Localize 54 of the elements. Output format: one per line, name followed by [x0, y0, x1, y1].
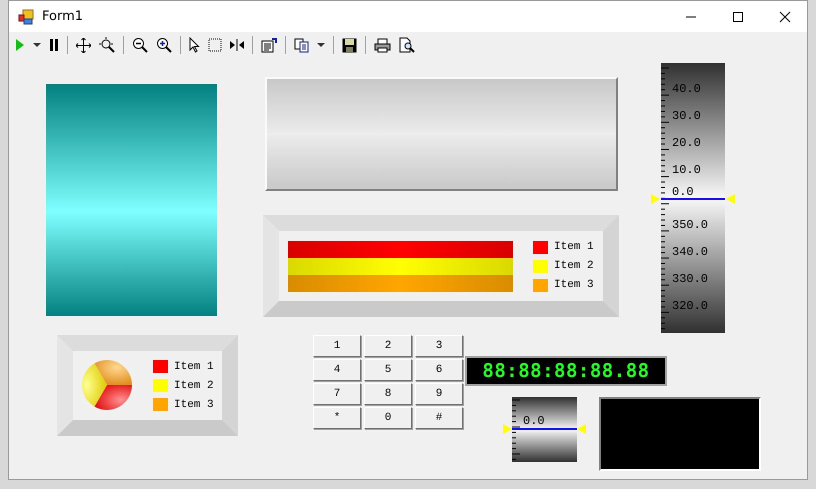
caret-icon[interactable]: [317, 42, 325, 48]
tick-marks: [512, 397, 520, 462]
keypad-button[interactable]: 6: [415, 359, 463, 381]
keypad-button[interactable]: 4: [313, 359, 361, 381]
scale-label: 40.0: [672, 82, 701, 96]
selection-rectangle-icon[interactable]: [208, 38, 222, 52]
legend-label: Item 1: [554, 241, 594, 253]
pause-icon[interactable]: [49, 38, 59, 52]
scale-label: 20.0: [672, 136, 701, 150]
printer-icon[interactable]: [374, 38, 391, 52]
pointer-marker-icon: [503, 424, 512, 434]
keypad-button[interactable]: 3: [415, 335, 463, 357]
legend-label: Item 2: [174, 380, 214, 392]
pointer-marker-icon: [726, 194, 735, 204]
maximize-icon[interactable]: [732, 10, 744, 22]
keypad-button[interactable]: 0: [364, 407, 412, 429]
print-preview-icon[interactable]: [399, 37, 415, 53]
pointer-icon[interactable]: [189, 37, 200, 53]
keypad-button[interactable]: 9: [415, 383, 463, 405]
pie-chart-drawing: [82, 360, 133, 411]
copy-icon[interactable]: [294, 38, 309, 52]
app-icon: [18, 8, 34, 24]
pointer-marker-icon: [577, 424, 586, 434]
save-icon[interactable]: [342, 38, 357, 52]
legend-label: Item 1: [174, 360, 214, 372]
caret-icon[interactable]: [33, 42, 41, 48]
pointer-marker-icon: [651, 194, 660, 204]
keypad-button[interactable]: #: [415, 407, 463, 429]
scale-label: 10.0: [672, 163, 701, 178]
move-icon[interactable]: [76, 38, 91, 52]
close-icon[interactable]: [779, 10, 791, 22]
zoom-fit-icon[interactable]: [99, 37, 115, 53]
legend-label: Item 3: [554, 279, 594, 291]
scale-label: 0.0: [523, 414, 545, 428]
keypad-button[interactable]: *: [313, 407, 361, 429]
split-arrows-icon[interactable]: [230, 39, 244, 51]
keypad-button[interactable]: 7: [313, 383, 361, 405]
keypad-button[interactable]: 2: [364, 335, 412, 357]
zoom-in-icon[interactable]: [156, 37, 172, 53]
legend-label: Item 3: [174, 398, 214, 410]
keypad-button[interactable]: 1: [313, 335, 361, 357]
scale-label: 320.0: [672, 299, 708, 314]
scale-label: 30.0: [672, 109, 701, 124]
scale-label: 0.0: [672, 184, 694, 199]
scale-label: 330.0: [672, 272, 708, 286]
keypad-button[interactable]: 8: [364, 383, 412, 405]
zoom-out-icon[interactable]: [132, 37, 148, 53]
lcd-display: 88:88:88:88.88: [465, 356, 667, 386]
properties-icon[interactable]: [261, 38, 277, 52]
legend-label: Item 2: [554, 260, 594, 272]
keypad-button[interactable]: 5: [364, 359, 412, 381]
scale-label: 350.0: [672, 218, 708, 232]
scale-label: 340.0: [672, 244, 708, 259]
window-title: Form1: [42, 9, 84, 24]
